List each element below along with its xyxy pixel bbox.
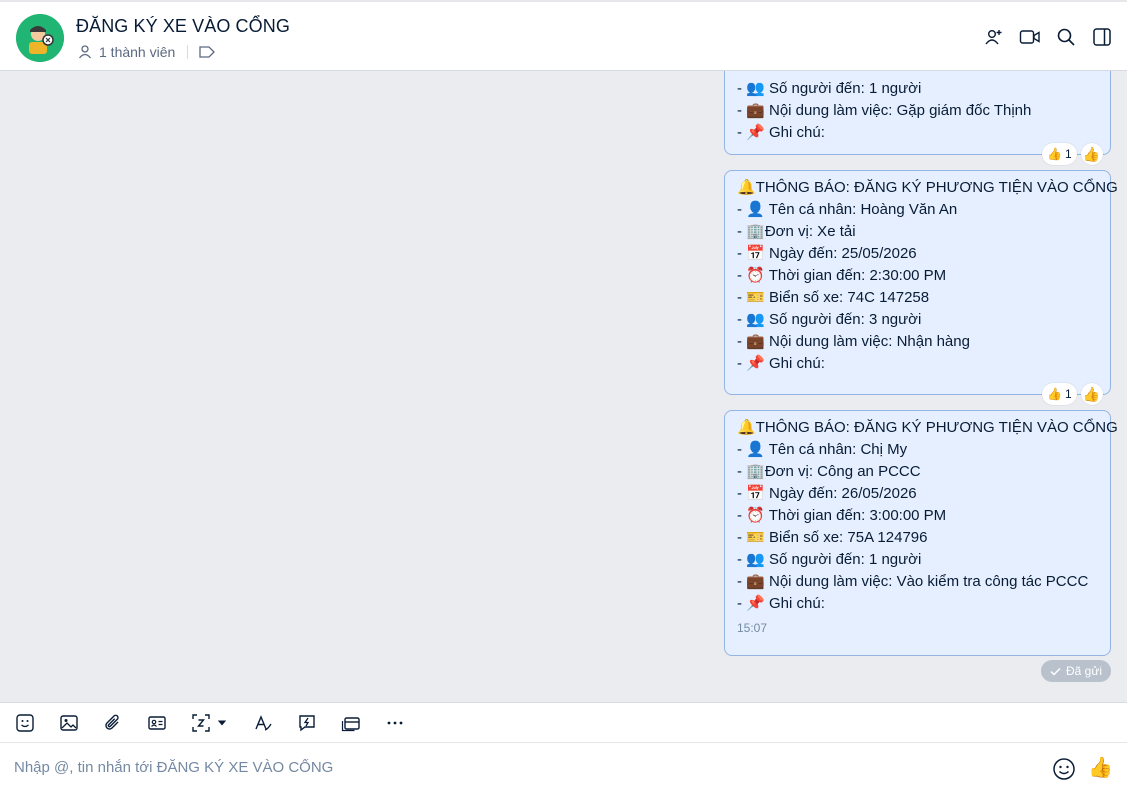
message-line: - 🏢Đơn vị: Công an PCCC <box>737 463 921 480</box>
reaction-summary[interactable]: 👍 1 <box>1042 143 1077 165</box>
reaction-summary[interactable]: 👍 1 <box>1042 383 1077 405</box>
message-line: - 👤 Tên cá nhân: Chị My <box>737 441 908 458</box>
message-list[interactable]: - 👥 Số người đến: 1 người - 💼 Nội dung l… <box>0 71 1127 702</box>
like-reaction-button[interactable]: 👍 <box>1080 383 1103 405</box>
quick-message-icon[interactable] <box>296 708 318 738</box>
contact-card-icon[interactable] <box>146 708 168 738</box>
sent-status-label: Đã gửi <box>1066 664 1103 678</box>
message-line: - 🏢Đơn vị: Xe tải <box>737 223 856 240</box>
sidebar-toggle-icon[interactable] <box>1091 26 1113 48</box>
chevron-down-icon[interactable] <box>214 708 230 738</box>
reaction-bar: 👍 1 👍 <box>1042 383 1103 405</box>
chat-header: ĐĂNG KÝ XE VÀO CỔNG 1 thành viên <box>0 0 1127 71</box>
message-input[interactable] <box>14 759 1014 776</box>
reaction-bar: 👍 1 👍 <box>1042 143 1103 165</box>
message-line: - ⏰ Thời gian đến: 3:00:00 PM <box>737 507 947 524</box>
sent-status-badge: Đã gửi <box>1041 660 1112 682</box>
attachment-icon[interactable] <box>102 708 124 738</box>
sticker-icon[interactable] <box>14 708 36 738</box>
message-line: - 📌 Ghi chú: <box>737 355 825 372</box>
video-call-icon[interactable] <box>1019 26 1041 48</box>
message-line: - 💼 Nội dung làm việc: Vào kiểm tra công… <box>737 573 1089 590</box>
message-time: 15:07 <box>737 621 768 635</box>
divider <box>187 45 189 59</box>
thumbs-up-icon: 👍 <box>1047 147 1062 161</box>
like-reaction-button[interactable]: 👍 <box>1080 143 1103 165</box>
emoji-icon[interactable] <box>1052 757 1076 781</box>
message-line: - 👤 Tên cá nhân: Hoàng Văn An <box>737 201 958 218</box>
message-line: - 👥 Số người đến: 3 người <box>737 311 922 328</box>
message-line: 🔔THÔNG BÁO: ĐĂNG KÝ PHƯƠNG TIỆN VÀO CỔNG <box>737 179 1118 196</box>
conversation-title[interactable]: ĐĂNG KÝ XE VÀO CỔNG <box>76 16 290 37</box>
message-line: - 📌 Ghi chú: <box>737 124 825 141</box>
message-line: - ⏰ Thời gian đến: 2:30:00 PM <box>737 267 947 284</box>
search-icon[interactable] <box>1055 26 1077 48</box>
add-member-icon[interactable] <box>983 26 1005 48</box>
message-line: - 🎫 Biển số xe: 75A 124796 <box>737 529 928 546</box>
card-icon[interactable] <box>340 708 362 738</box>
message-bubble[interactable]: 🔔THÔNG BÁO: ĐĂNG KÝ PHƯƠNG TIỆN VÀO CỔNG… <box>724 170 1118 395</box>
format-text-icon[interactable] <box>252 708 274 738</box>
composer: 👍 <box>0 743 1127 793</box>
message-line: - 📅 Ngày đến: 26/05/2026 <box>737 485 917 502</box>
more-icon[interactable] <box>384 708 406 738</box>
reaction-count: 1 <box>1064 387 1072 401</box>
message-line: - 💼 Nội dung làm việc: Gặp giám đốc Thịn… <box>737 102 1032 119</box>
thumbs-up-icon: 👍 <box>1047 387 1062 401</box>
quick-like-button[interactable]: 👍 <box>1088 756 1113 780</box>
message-bubble[interactable]: 🔔THÔNG BÁO: ĐĂNG KÝ PHƯƠNG TIỆN VÀO CỔNG… <box>724 410 1118 656</box>
message-line: - 📅 Ngày đến: 25/05/2026 <box>737 245 917 262</box>
message-line: - 👥 Số người đến: 1 người <box>737 80 922 97</box>
image-icon[interactable] <box>58 708 80 738</box>
member-info[interactable]: 1 thành viên <box>77 44 216 60</box>
message-line: 🔔THÔNG BÁO: ĐĂNG KÝ PHƯƠNG TIỆN VÀO CỔNG <box>737 419 1118 436</box>
person-icon <box>78 45 92 59</box>
composer-toolbar <box>0 702 1127 743</box>
message-line: - 📌 Ghi chú: <box>737 595 825 612</box>
message-line: - 💼 Nội dung làm việc: Nhận hàng <box>737 333 970 350</box>
member-count: 1 thành viên <box>99 44 176 60</box>
check-icon <box>1050 667 1061 676</box>
screenshot-icon[interactable] <box>190 708 212 738</box>
group-avatar[interactable] <box>16 14 64 62</box>
message-line: - 👥 Số người đến: 1 người <box>737 551 922 568</box>
message-line: - 🎫 Biển số xe: 74C 147258 <box>737 289 930 306</box>
reaction-count: 1 <box>1064 147 1072 161</box>
tag-icon[interactable] <box>198 45 216 59</box>
